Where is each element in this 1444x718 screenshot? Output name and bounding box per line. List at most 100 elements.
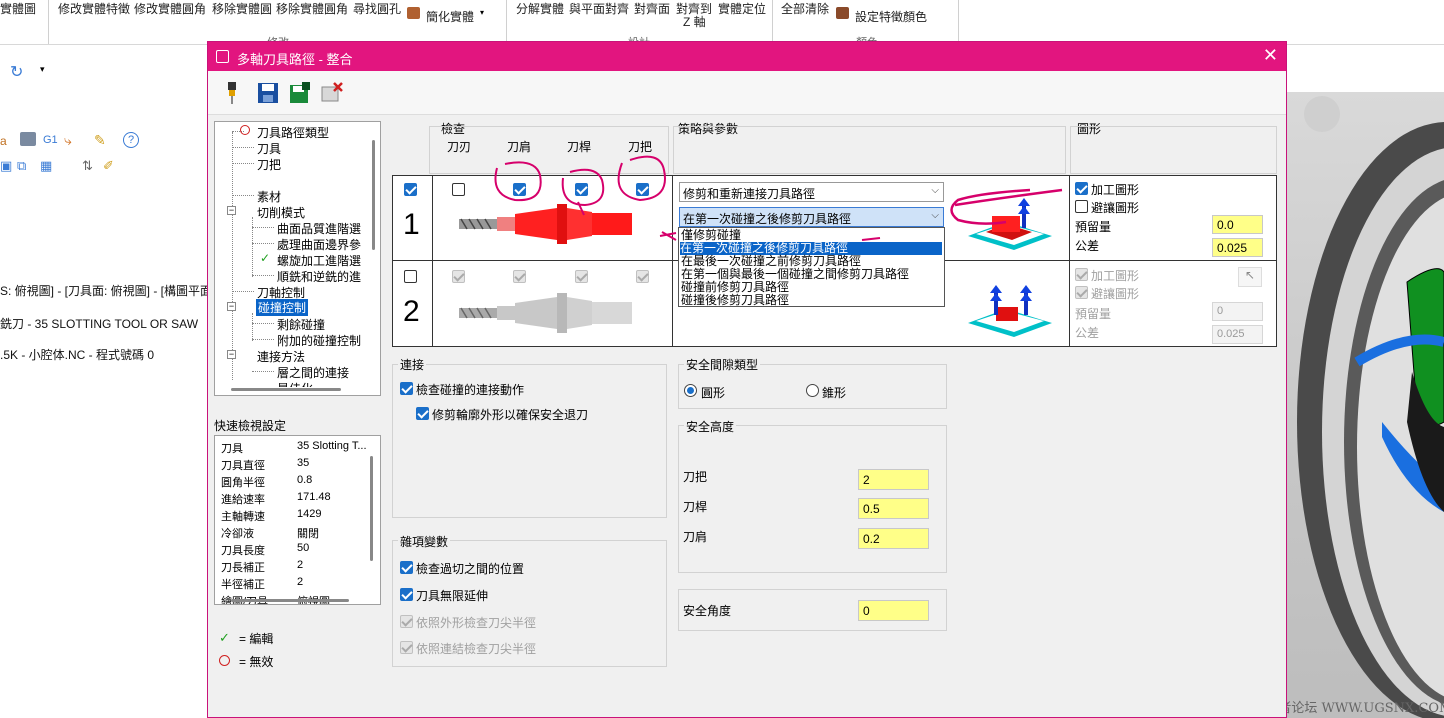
chevron-down-icon: ⌵: [931, 210, 939, 221]
ribbon-btn-modify-fillet[interactable]: 修改實體圓角: [134, 0, 206, 17]
row1-tip-checkbox[interactable]: [452, 183, 465, 196]
sort-icon[interactable]: ⇅: [82, 158, 93, 174]
ribbon-btn-explode[interactable]: 分解實體: [516, 0, 564, 17]
row1-avoid-graphics-checkbox[interactable]: [1075, 200, 1088, 213]
ribbon-btn-solid-view[interactable]: 實體圖: [0, 0, 36, 17]
ribbon-btn-remove-solid[interactable]: 移除實體圓: [212, 0, 272, 17]
clearance-shoulder-input[interactable]: 0.2: [858, 528, 929, 549]
tree-item-holder[interactable]: 刀把: [257, 156, 281, 173]
check-tip-radius-contour-checkbox[interactable]: [400, 615, 413, 628]
row1-shank-checkbox[interactable]: [575, 183, 588, 196]
strategy-header-group: [673, 126, 1066, 174]
help-icon[interactable]: ?: [123, 132, 139, 148]
row2-tol-input[interactable]: 0.025: [1212, 325, 1263, 344]
row1-stock-input[interactable]: 0.0: [1212, 215, 1263, 234]
row1-cut-graphics-checkbox[interactable]: [1075, 182, 1088, 195]
chevron-down-icon[interactable]: ▾: [40, 64, 45, 75]
row2-cut-graphics-checkbox[interactable]: [1075, 268, 1088, 281]
save-icon[interactable]: [256, 81, 280, 105]
ribbon-btn-remove-fillet[interactable]: 移除實體圓角: [276, 0, 348, 17]
safety-angle-input[interactable]: 0: [858, 600, 929, 621]
quick-view-hscroll[interactable]: [231, 599, 349, 602]
row1-shoulder-checkbox[interactable]: [513, 183, 526, 196]
wand-icon[interactable]: ✎: [94, 132, 106, 149]
tree-item-extra-collision[interactable]: 附加的碰撞控制: [277, 332, 361, 349]
row2-shank-checkbox[interactable]: [575, 270, 588, 283]
ribbon-btn-simplify[interactable]: 簡化實體: [426, 8, 474, 25]
clearance-holder-input[interactable]: 2: [858, 469, 929, 490]
edit-icon[interactable]: ✐: [103, 158, 114, 174]
row1-trim-combo[interactable]: 在第一次碰撞之後修剪刀具路徑 ⌵: [679, 207, 944, 227]
tree-item-surface-edge[interactable]: 處理曲面邊界參: [277, 236, 361, 253]
clearance-shank-input[interactable]: 0.5: [858, 498, 929, 519]
save-as-icon[interactable]: [288, 81, 312, 105]
collapse-icon[interactable]: −: [227, 350, 236, 359]
row2-tip-checkbox[interactable]: [452, 270, 465, 283]
ribbon-btn-align-face[interactable]: 對齊面: [634, 0, 670, 17]
clearance-cone-radio[interactable]: [806, 384, 819, 397]
tree-item-link-method[interactable]: 連接方法: [257, 348, 305, 365]
row2-tol-label: 公差: [1075, 326, 1100, 340]
row1-strategy-combo[interactable]: 修剪和重新連接刀具路徑 ⌵: [679, 182, 944, 202]
check-link-collision-checkbox[interactable]: [400, 382, 413, 395]
tree-item-tool[interactable]: 刀具: [257, 140, 281, 157]
select-icon[interactable]: ▣: [0, 158, 12, 174]
trim-contour-checkbox[interactable]: [416, 407, 429, 420]
tree-item-toolpath-type[interactable]: 刀具路徑類型: [257, 124, 329, 141]
ribbon-btn-align-plane[interactable]: 與平面對齊: [569, 0, 629, 17]
collapse-icon[interactable]: −: [227, 302, 236, 311]
col-holder: 刀把: [628, 140, 653, 154]
tool-icon[interactable]: [220, 81, 244, 105]
row1-holder-checkbox[interactable]: [636, 183, 649, 196]
row1-tol-input[interactable]: 0.025: [1212, 238, 1263, 257]
copy-icon[interactable]: ⧉: [17, 158, 26, 174]
tree-item-optimization[interactable]: 最佳化...: [277, 380, 323, 387]
tree-item-remaining-collision[interactable]: 剩餘碰撞: [277, 316, 325, 333]
ribbon-btn-find-holes[interactable]: 尋找圓孔: [353, 0, 401, 17]
redo-icon[interactable]: ↻: [10, 62, 23, 82]
check-tip-radius-link-checkbox[interactable]: [400, 641, 413, 654]
row2-number: 2: [403, 295, 420, 328]
row2-enable-checkbox[interactable]: [404, 270, 417, 283]
grid-icon[interactable]: ▦: [40, 158, 52, 174]
tree-item-between-layers[interactable]: 層之間的連接: [277, 364, 349, 381]
tree-item-climb-conventional[interactable]: 順銑和逆銑的進: [277, 268, 361, 285]
row2-holder-checkbox[interactable]: [636, 270, 649, 283]
tree-hscroll[interactable]: [231, 388, 341, 391]
delete-icon[interactable]: [320, 81, 344, 105]
quick-view-key: 刀長補正: [221, 562, 265, 574]
close-button[interactable]: ✕: [1263, 45, 1278, 66]
row2-stock-input[interactable]: 0: [1212, 302, 1263, 321]
ribbon-btn-modify-feature[interactable]: 修改實體特徵: [58, 0, 130, 17]
chevron-down-icon[interactable]: ▾: [480, 8, 484, 17]
check-gouge-position-checkbox[interactable]: [400, 561, 413, 574]
ribbon-btn-clear-all[interactable]: 全部清除: [781, 0, 829, 17]
tree-item-collision-control[interactable]: 碰撞控制: [256, 299, 309, 316]
tool-icon[interactable]: a: [0, 134, 7, 148]
cursor-pick-icon[interactable]: ↖: [1238, 267, 1262, 287]
dropdown-option[interactable]: 碰撞後修剪刀具路徑: [681, 294, 789, 307]
tree-vscroll[interactable]: [372, 140, 375, 250]
row2-shoulder-checkbox[interactable]: [513, 270, 526, 283]
tree-item-stock[interactable]: 素材: [257, 188, 281, 205]
row1-trim-dropdown-list[interactable]: 僅修剪碰撞 在第一次碰撞之後修剪刀具路徑 在最後一次碰撞之前修剪刀具路徑 在第一個與最…: [678, 227, 945, 307]
tree-item-surface-quality[interactable]: 曲面品質進階選: [277, 220, 361, 237]
clearance-type-title: 安全間隙類型: [684, 356, 761, 373]
ribbon-btn-z-axis[interactable]: Z 軸: [683, 13, 706, 30]
quick-view-key: 刀具直徑: [221, 460, 265, 472]
dialog-titlebar[interactable]: 多軸刀具路徑 - 整合 ✕: [208, 42, 1286, 71]
collapse-icon[interactable]: −: [227, 206, 236, 215]
row2-avoid-graphics-checkbox[interactable]: [1075, 286, 1088, 299]
tree-item-spiral[interactable]: 螺旋加工進階選: [277, 252, 361, 269]
graphics-viewport[interactable]: [1287, 92, 1444, 718]
g1-icon[interactable]: G1: [43, 134, 58, 146]
machine-icon[interactable]: [20, 132, 36, 146]
row1-enable-checkbox[interactable]: [404, 183, 417, 196]
ribbon-btn-locate[interactable]: 實體定位: [718, 0, 766, 17]
path-icon[interactable]: ⤷: [64, 132, 72, 149]
tool-infinite-checkbox[interactable]: [400, 588, 413, 601]
quick-view-vscroll[interactable]: [370, 456, 373, 561]
ribbon-btn-feature-color[interactable]: 設定特徵顏色: [855, 8, 927, 25]
tree-item-cut-pattern[interactable]: 切削模式: [257, 204, 305, 221]
clearance-circle-radio[interactable]: [684, 384, 697, 397]
